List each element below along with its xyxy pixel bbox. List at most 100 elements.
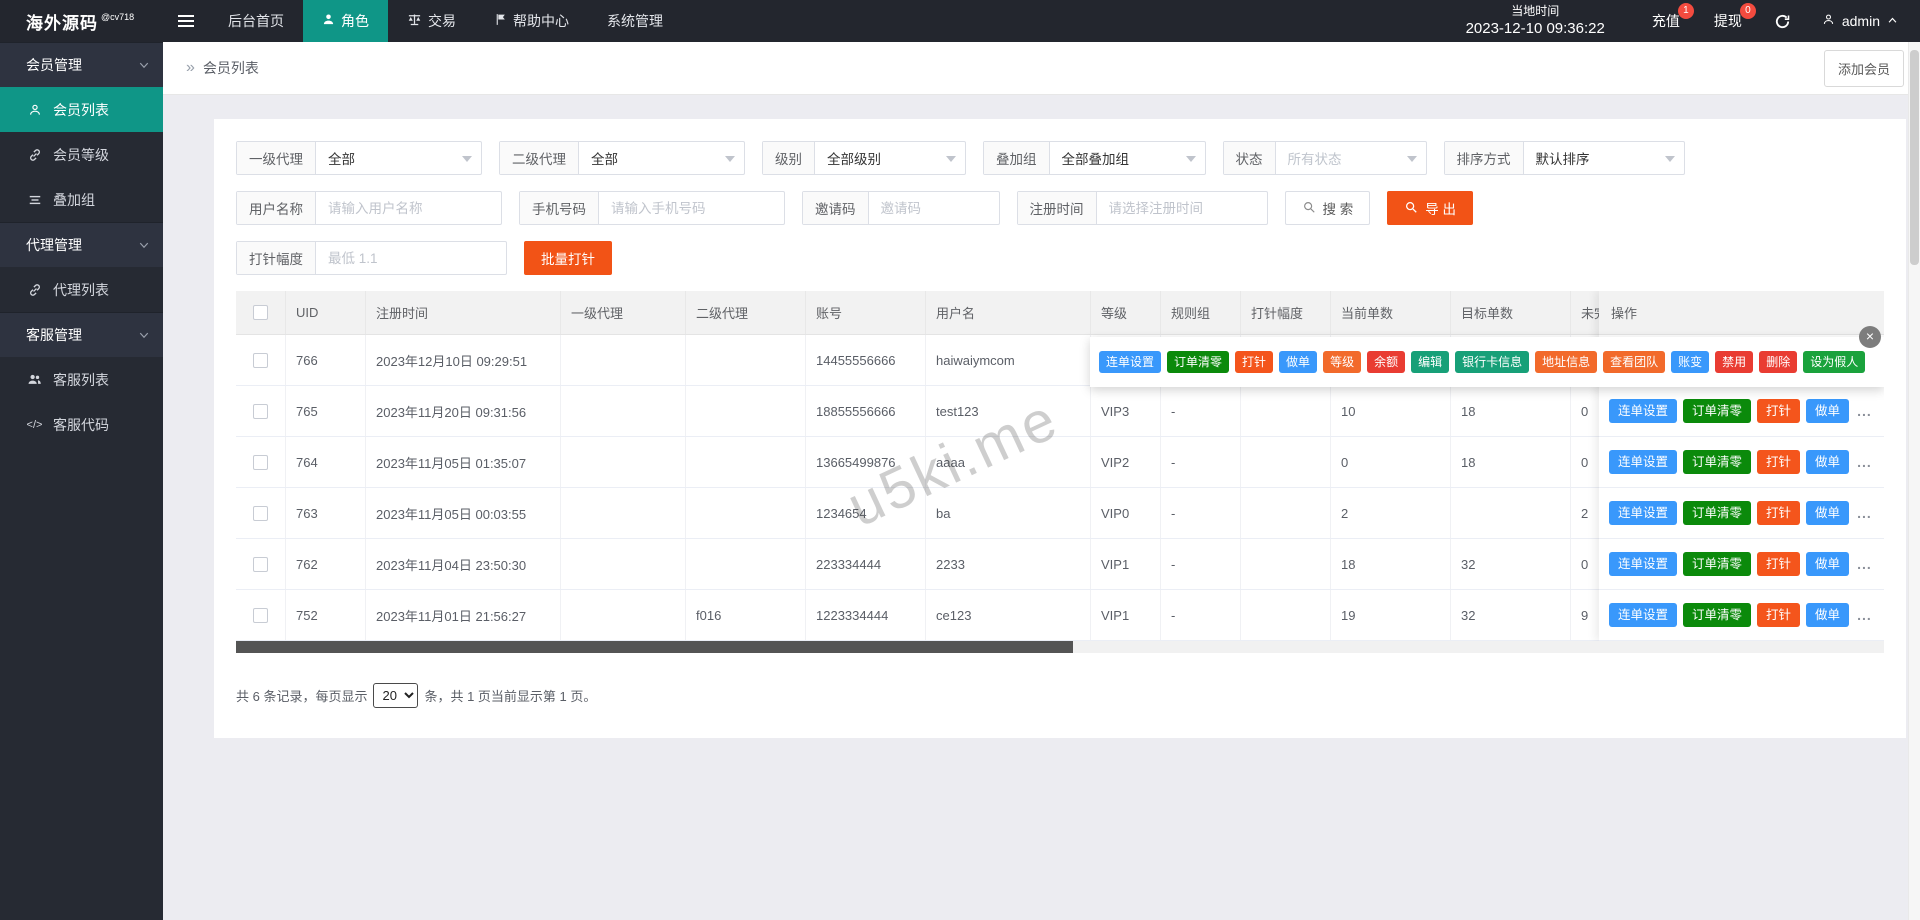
more-actions[interactable]: ... <box>1857 505 1872 521</box>
more-actions[interactable]: ... <box>1857 607 1872 623</box>
row-checkbox[interactable] <box>253 607 268 623</box>
stack-group-select[interactable]: 全部叠加组 <box>1050 142 1205 174</box>
set-fake-button[interactable]: 设为假人 <box>1803 351 1866 373</box>
breadcrumb-icon: » <box>186 59 195 76</box>
sidebar-item-member-level[interactable]: 会员等级 <box>0 132 163 177</box>
sidebar-item-stack-group[interactable]: 叠加组 <box>0 177 163 222</box>
recharge-link[interactable]: 充值 1 <box>1635 0 1697 42</box>
row-checkbox[interactable] <box>253 352 268 368</box>
refresh-icon[interactable] <box>1759 0 1806 42</box>
row-checkbox[interactable] <box>253 556 268 572</box>
sidebar-group-agent-mgmt[interactable]: 代理管理 <box>0 222 163 267</box>
close-icon[interactable]: × <box>1859 326 1881 348</box>
order-reset-button[interactable]: 订单清零 <box>1167 351 1230 373</box>
balance-button[interactable]: 余额 <box>1367 351 1406 373</box>
row-checkbox[interactable] <box>253 505 268 521</box>
row-actions: 连单设置 订单清零 打针 做单 ... <box>1599 539 1884 590</box>
inject-button[interactable]: 打针 <box>1757 500 1801 526</box>
more-actions[interactable]: ... <box>1857 454 1872 470</box>
select-all-checkbox[interactable] <box>253 305 268 320</box>
nav-system[interactable]: 系统管理 <box>588 0 682 42</box>
bank-card-button[interactable]: 银行卡信息 <box>1455 351 1530 373</box>
sidebar-group-service-mgmt[interactable]: 客服管理 <box>0 312 163 357</box>
invite-code-input[interactable] <box>868 192 999 224</box>
col-target: 目标单数 <box>1451 291 1571 334</box>
vertical-scrollbar-thumb[interactable] <box>1910 50 1919 265</box>
inject-button[interactable]: 打针 <box>1757 602 1801 628</box>
make-order-button[interactable]: 做单 <box>1279 351 1318 373</box>
inject-button[interactable]: 打针 <box>1235 351 1274 373</box>
status-select[interactable]: 所有状态 <box>1276 142 1426 174</box>
export-button[interactable]: 导 出 <box>1387 191 1474 225</box>
chain-order-button[interactable]: 连单设置 <box>1609 398 1678 424</box>
chain-order-button[interactable]: 连单设置 <box>1609 602 1678 628</box>
make-order-button[interactable]: 做单 <box>1806 500 1850 526</box>
level-button[interactable]: 等级 <box>1323 351 1362 373</box>
order-reset-button[interactable]: 订单清零 <box>1683 551 1752 577</box>
sidebar-group-member-mgmt[interactable]: 会员管理 <box>0 42 163 87</box>
page-size-select[interactable]: 20 <box>373 683 419 708</box>
filter-stack-group: 叠加组 全部叠加组 <box>983 141 1206 175</box>
chain-order-button[interactable]: 连单设置 <box>1609 449 1678 475</box>
filter-inject-range: 打针幅度 <box>236 241 507 275</box>
topbar: 海外源码 @cv718 后台首页 角色 交易 帮助中心 系统管理 当地时间 20… <box>0 0 1920 42</box>
row-checkbox[interactable] <box>253 403 268 419</box>
agent1-select[interactable]: 全部 <box>316 142 481 174</box>
phone-input[interactable] <box>599 192 784 224</box>
admin-menu[interactable]: admin <box>1806 13 1920 29</box>
row-checkbox[interactable] <box>253 454 268 470</box>
filter-level: 级别 全部级别 <box>762 141 966 175</box>
horizontal-scrollbar-thumb[interactable] <box>236 641 1073 653</box>
batch-inject-button[interactable]: 批量打针 <box>524 241 612 275</box>
chain-order-button[interactable]: 连单设置 <box>1609 551 1678 577</box>
sidebar-item-member-list[interactable]: 会员列表 <box>0 87 163 132</box>
inject-button[interactable]: 打针 <box>1757 449 1801 475</box>
reg-time-input[interactable] <box>1096 192 1267 224</box>
address-button[interactable]: 地址信息 <box>1535 351 1598 373</box>
sidebar-item-service-list[interactable]: 客服列表 <box>0 357 163 402</box>
agent2-select[interactable]: 全部 <box>579 142 744 174</box>
edit-button[interactable]: 编辑 <box>1411 351 1450 373</box>
make-order-button[interactable]: 做单 <box>1806 602 1850 628</box>
nav-trade[interactable]: 交易 <box>388 0 475 42</box>
make-order-button[interactable]: 做单 <box>1806 398 1850 424</box>
sort-select[interactable]: 默认排序 <box>1524 142 1684 174</box>
make-order-button[interactable]: 做单 <box>1806 551 1850 577</box>
filter-row-2: 用户名称 手机号码 邀请码 注册时间 搜 索 导 出 <box>236 191 1884 225</box>
chain-order-button[interactable]: 连单设置 <box>1609 500 1678 526</box>
admin-name: admin <box>1841 13 1880 29</box>
level-select[interactable]: 全部级别 <box>815 142 965 174</box>
username-input[interactable] <box>316 192 501 224</box>
more-actions[interactable]: ... <box>1857 556 1872 572</box>
vertical-scrollbar <box>1908 42 1920 920</box>
view-team-button[interactable]: 查看团队 <box>1603 351 1666 373</box>
add-member-button[interactable]: 添加会员 <box>1823 49 1904 87</box>
inject-button[interactable]: 打针 <box>1757 551 1801 577</box>
disable-button[interactable]: 禁用 <box>1715 351 1754 373</box>
sidebar-item-service-code[interactable]: </> 客服代码 <box>0 402 163 447</box>
nav-roles[interactable]: 角色 <box>303 0 388 42</box>
content-card: 一级代理 全部 二级代理 全部 级别 全部级别 叠加组 全部叠加组 状态 所有状… <box>214 119 1906 738</box>
account-change-button[interactable]: 账变 <box>1671 351 1710 373</box>
order-reset-button[interactable]: 订单清零 <box>1683 449 1752 475</box>
inject-button[interactable]: 打针 <box>1757 398 1801 424</box>
delete-button[interactable]: 删除 <box>1759 351 1798 373</box>
nav-help-center[interactable]: 帮助中心 <box>475 0 588 42</box>
order-reset-button[interactable]: 订单清零 <box>1683 500 1752 526</box>
topbar-right: 当地时间 2023-12-10 09:36:22 充值 1 提现 0 admin <box>1466 0 1920 42</box>
col-amplitude: 打针幅度 <box>1241 291 1331 334</box>
chain-order-button[interactable]: 连单设置 <box>1099 351 1162 373</box>
sidebar-item-agent-list[interactable]: 代理列表 <box>0 267 163 312</box>
filter-invite-code: 邀请码 <box>802 191 1000 225</box>
withdraw-link[interactable]: 提现 0 <box>1697 0 1759 42</box>
row-actions-popup: 连单设置 订单清零 打针 做单 等级 余额 编辑 银行卡信息 地址信息 查看团队… <box>1090 326 1884 387</box>
make-order-button[interactable]: 做单 <box>1806 449 1850 475</box>
search-button[interactable]: 搜 索 <box>1284 191 1371 225</box>
order-reset-button[interactable]: 订单清零 <box>1683 602 1752 628</box>
row-actions: 连单设置 订单清零 打针 做单 ... <box>1599 386 1884 437</box>
more-actions[interactable]: ... <box>1857 403 1872 419</box>
nav-dashboard[interactable]: 后台首页 <box>209 0 303 42</box>
order-reset-button[interactable]: 订单清零 <box>1683 398 1752 424</box>
menu-toggle-icon[interactable] <box>163 0 209 42</box>
inject-range-input[interactable] <box>316 242 506 274</box>
